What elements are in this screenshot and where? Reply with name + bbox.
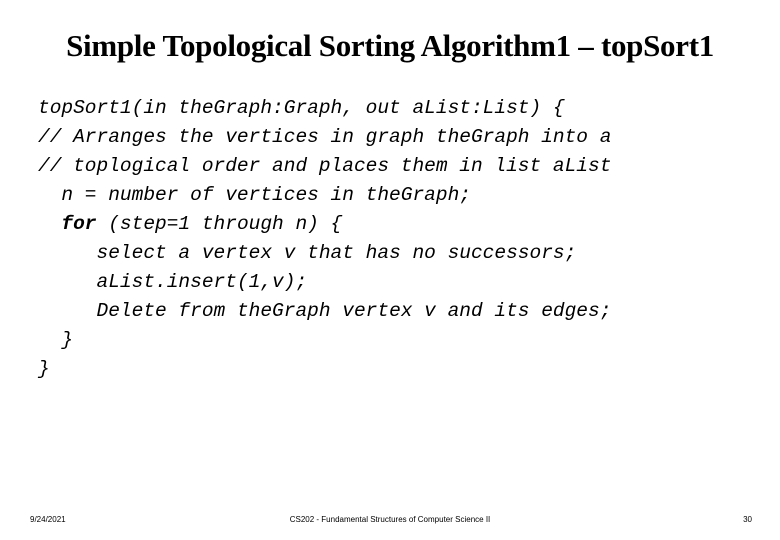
footer-page-number: 30: [743, 515, 752, 524]
code-line: Delete from theGraph vertex v and its ed…: [96, 300, 612, 322]
code-line: }: [61, 329, 74, 351]
slide-title: Simple Topological Sorting Algorithm1 – …: [66, 28, 714, 63]
code-line: n = number of vertices in theGraph;: [61, 184, 471, 206]
footer-course: CS202 - Fundamental Structures of Comput…: [289, 515, 491, 524]
code-line: for (step=1 through n) {: [61, 213, 343, 235]
for-keyword: for: [61, 213, 97, 235]
code-line: }: [38, 358, 50, 380]
code-comment-line: // toplogical order and places them in l…: [38, 155, 612, 177]
pseudocode-block: topSort1(in theGraph:Graph, out aList:Li…: [38, 94, 611, 384]
code-line: aList.insert(1,v);: [96, 271, 308, 293]
code-comment-line: // Arranges the vertices in graph theGra…: [38, 126, 612, 148]
code-line: select a vertex v that has no successors…: [96, 242, 577, 264]
code-line: topSort1(in theGraph:Graph, out aList:Li…: [38, 97, 565, 119]
